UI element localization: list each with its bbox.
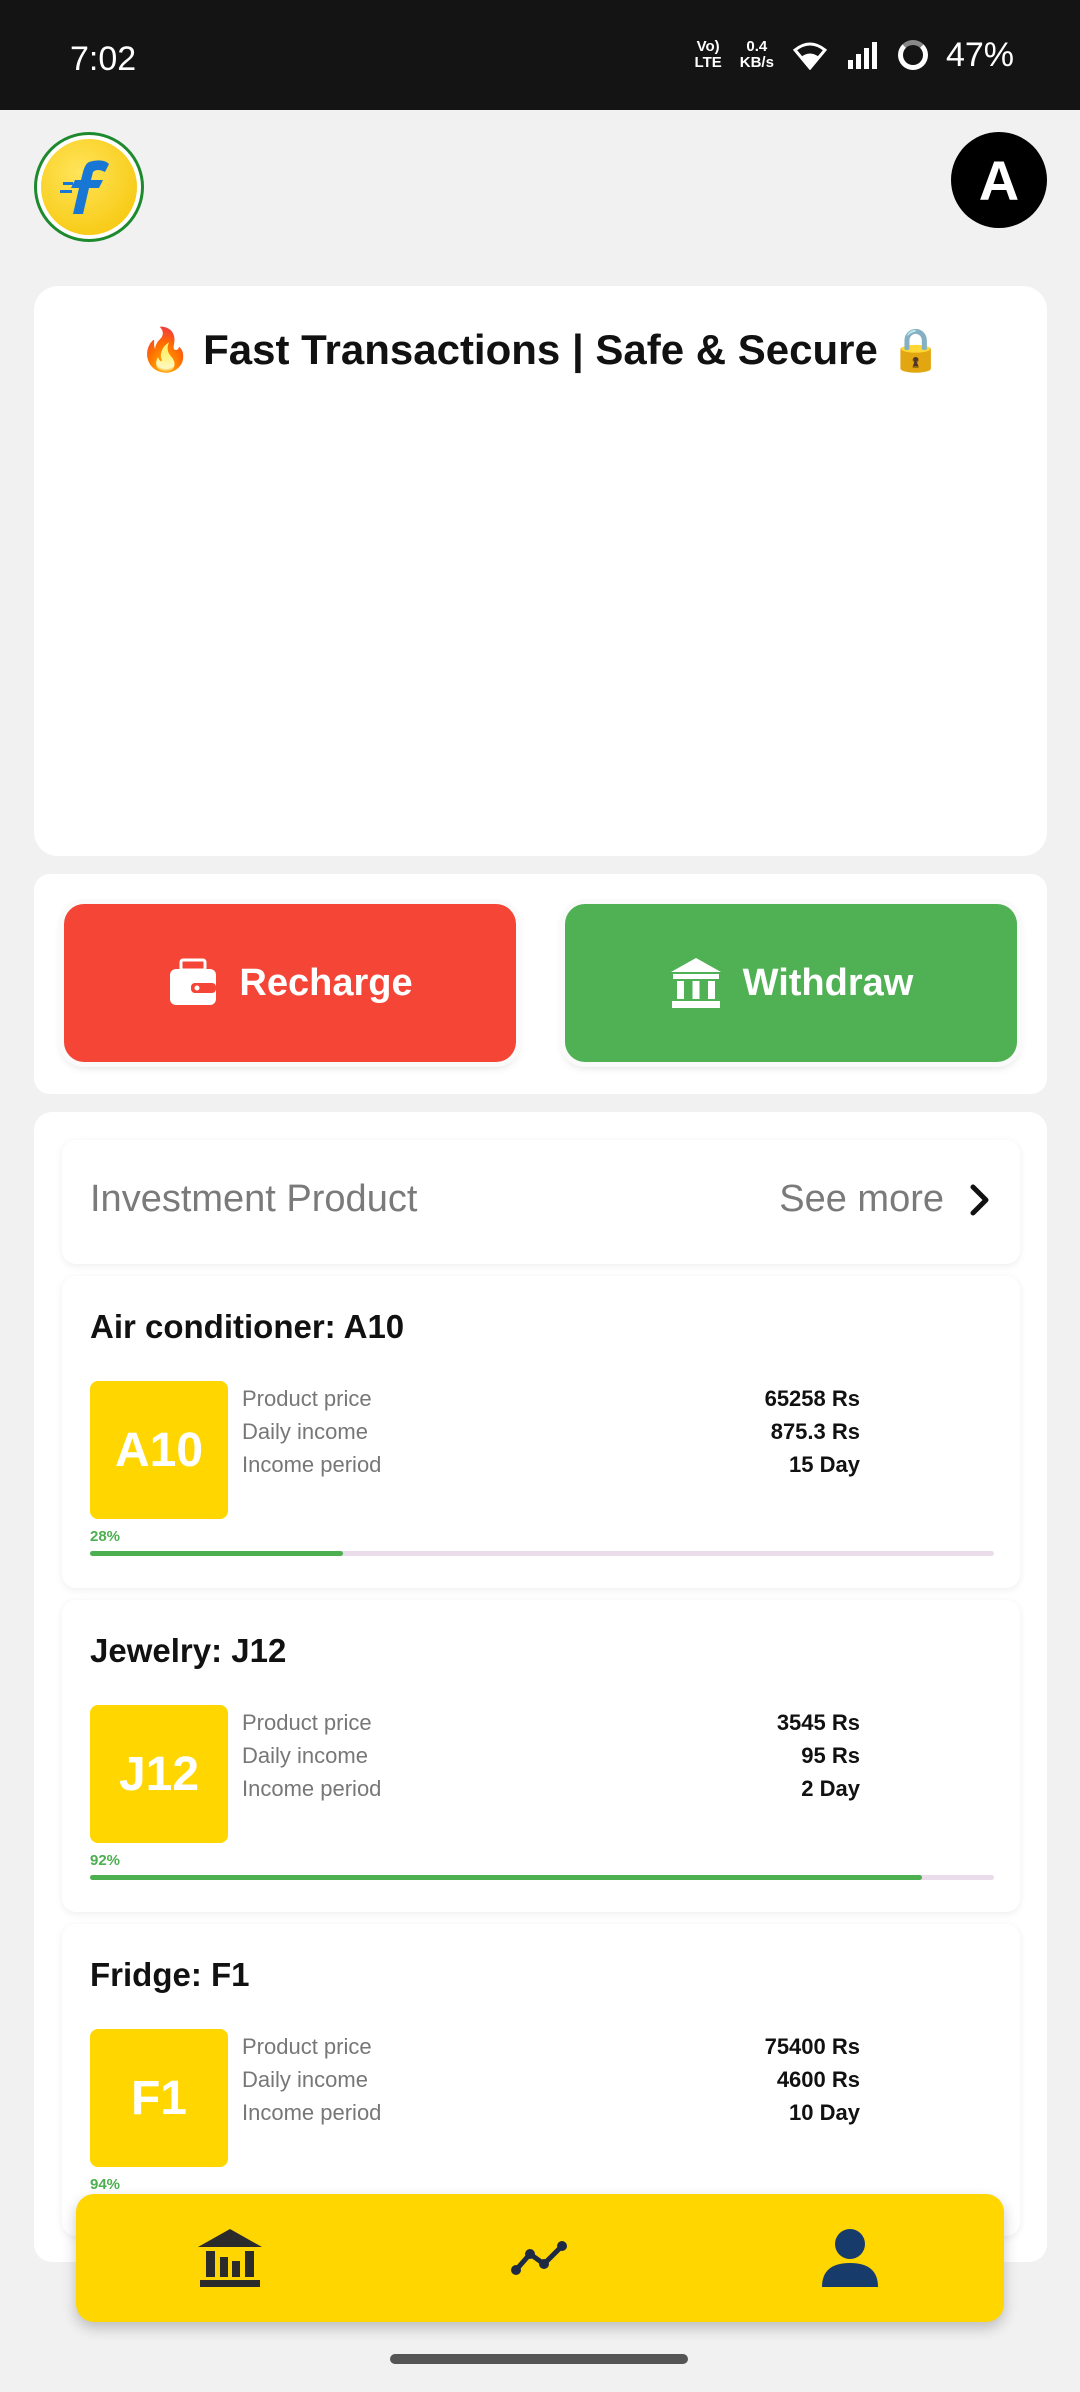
product-code-tile: A10 (90, 1381, 228, 1519)
product-labels: Product price Daily income Income period (242, 1706, 381, 1805)
signal-icon (847, 42, 877, 69)
price-label: Product price (242, 1710, 372, 1735)
flipkart-logo-icon (41, 139, 137, 235)
banner-title: 🔥 Fast Transactions | Safe & Secure 🔒 (139, 326, 942, 373)
daily-label: Daily income (242, 1743, 368, 1768)
profile-icon (822, 2229, 878, 2287)
status-bar: 7:02 Vo) LTE 0.4 KB/s 47% (0, 0, 1080, 110)
price-value: 75400 Rs (764, 2034, 860, 2059)
product-values: 75400 Rs 4600 Rs 10 Day (765, 2030, 860, 2129)
see-more-link[interactable]: See more (779, 1178, 992, 1221)
period-value: 15 Day (789, 1452, 860, 1477)
progress-percent: 28% (90, 1528, 121, 1545)
period-label: Income period (242, 1776, 382, 1801)
price-label: Product price (242, 1386, 372, 1411)
period-label: Income period (242, 2100, 382, 2125)
trend-chart-icon (511, 2241, 567, 2275)
battery-percent: 47% (945, 35, 1014, 74)
home-bank-icon (198, 2229, 262, 2287)
avatar[interactable]: A (951, 132, 1047, 228)
price-value: 3545 Rs (776, 1710, 860, 1735)
product-labels: Product price Daily income Income period (242, 1382, 381, 1481)
network-speed: 0.4 KB/s (739, 38, 774, 71)
period-value: 10 Day (789, 2100, 860, 2125)
bottom-nav (76, 2194, 1004, 2322)
progress-track (90, 1875, 994, 1880)
investment-section: Investment Product See more Air conditio… (34, 1112, 1047, 2262)
gesture-bar[interactable] (390, 2354, 688, 2364)
withdraw-label: Withdraw (742, 961, 914, 1004)
progress-percent: 92% (90, 1852, 121, 1869)
product-card[interactable]: Air conditioner: A10 A10 Product price D… (62, 1276, 1020, 1588)
product-values: 3545 Rs 95 Rs 2 Day (777, 1706, 860, 1805)
product-values: 65258 Rs 875.3 Rs 15 Day (765, 1382, 860, 1481)
product-card[interactable]: Jewelry: J12 J12 Product price Daily inc… (62, 1600, 1020, 1912)
product-code-tile: J12 (90, 1705, 228, 1843)
banner-card: 🔥 Fast Transactions | Safe & Secure 🔒 (34, 286, 1047, 856)
status-icons: Vo) LTE 0.4 KB/s 47% (695, 30, 1014, 80)
product-card[interactable]: Fridge: F1 F1 Product price Daily income… (62, 1924, 1020, 2236)
period-label: Income period (242, 1452, 382, 1477)
bank-icon (670, 958, 721, 1008)
daily-value: 4600 Rs (776, 2067, 860, 2092)
app-logo[interactable] (34, 132, 144, 242)
product-labels: Product price Daily income Income period (242, 2030, 381, 2129)
section-header: Investment Product See more (62, 1140, 1020, 1264)
product-code-tile: F1 (90, 2029, 228, 2167)
period-value: 2 Day (801, 1776, 860, 1801)
action-panel: Recharge Withdraw (34, 874, 1047, 1094)
daily-value: 875.3 Rs (770, 1419, 860, 1444)
daily-label: Daily income (242, 2067, 368, 2092)
nav-home[interactable] (195, 2226, 265, 2290)
progress-fill (90, 1551, 344, 1556)
progress-track (90, 1551, 994, 1556)
withdraw-button[interactable]: Withdraw (565, 904, 1017, 1062)
daily-label: Daily income (242, 1419, 368, 1444)
wallet-icon (170, 958, 217, 1005)
see-more-label: See more (779, 1178, 944, 1220)
product-title: Jewelry: J12 (90, 1632, 287, 1669)
status-time: 7:02 (70, 40, 137, 78)
nav-profile[interactable] (815, 2226, 885, 2290)
product-title: Air conditioner: A10 (90, 1308, 405, 1345)
battery-ring-icon (897, 40, 928, 70)
volte-indicator: Vo) LTE (694, 38, 722, 71)
progress-fill (90, 1875, 922, 1880)
wifi-icon (792, 42, 828, 70)
chevron-right-icon (970, 1184, 989, 1215)
product-title: Fridge: F1 (90, 1956, 250, 1993)
price-label: Product price (242, 2034, 372, 2059)
section-title: Investment Product (90, 1178, 418, 1220)
price-value: 65258 Rs (764, 1386, 860, 1411)
recharge-button[interactable]: Recharge (64, 904, 516, 1062)
daily-value: 95 Rs (801, 1743, 860, 1768)
progress-percent: 94% (90, 2176, 121, 2193)
recharge-label: Recharge (239, 961, 413, 1004)
nav-trend[interactable] (505, 2226, 575, 2290)
